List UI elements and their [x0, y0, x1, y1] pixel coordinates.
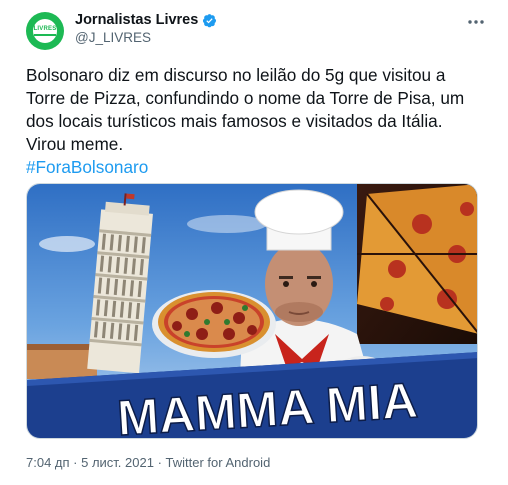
more-dots	[468, 20, 484, 24]
more-options-icon[interactable]	[466, 12, 486, 32]
tweet-media[interactable]: MAMMA MIA	[26, 183, 478, 439]
display-name[interactable]: Jornalistas Livres	[75, 12, 198, 28]
meta-separator-2: ·	[153, 455, 166, 470]
tweet-time[interactable]: 7:04 дп	[26, 455, 70, 470]
tweet-text: Bolsonaro diz em discurso no leilão do 5…	[26, 64, 486, 179]
tweet-card: LIVRES Jornalistas Livres @J_LIVRES Bols…	[0, 0, 508, 485]
avatar-logo-bar	[34, 34, 56, 36]
verified-badge-icon	[203, 13, 217, 27]
tweet-meta: 7:04 дп · 5 лист. 2021 · Twitter for And…	[26, 455, 270, 470]
tweet-date[interactable]: 5 лист. 2021	[81, 455, 154, 470]
author-names: Jornalistas Livres @J_LIVRES	[75, 12, 217, 45]
tweet-header: LIVRES Jornalistas Livres @J_LIVRES	[26, 10, 496, 52]
meme-image: MAMMA MIA	[27, 184, 477, 438]
tweet-body: Bolsonaro diz em discurso no leilão do 5…	[26, 65, 465, 154]
avatar-logo-text: LIVRES	[33, 26, 57, 32]
handle[interactable]: @J_LIVRES	[75, 30, 217, 45]
name-row: Jornalistas Livres	[75, 12, 217, 28]
hashtag-link[interactable]: #ForaBolsonaro	[26, 156, 486, 179]
tweet-source[interactable]: Twitter for Android	[166, 455, 271, 470]
avatar[interactable]: LIVRES	[26, 12, 64, 50]
meta-separator-1: ·	[69, 455, 82, 470]
